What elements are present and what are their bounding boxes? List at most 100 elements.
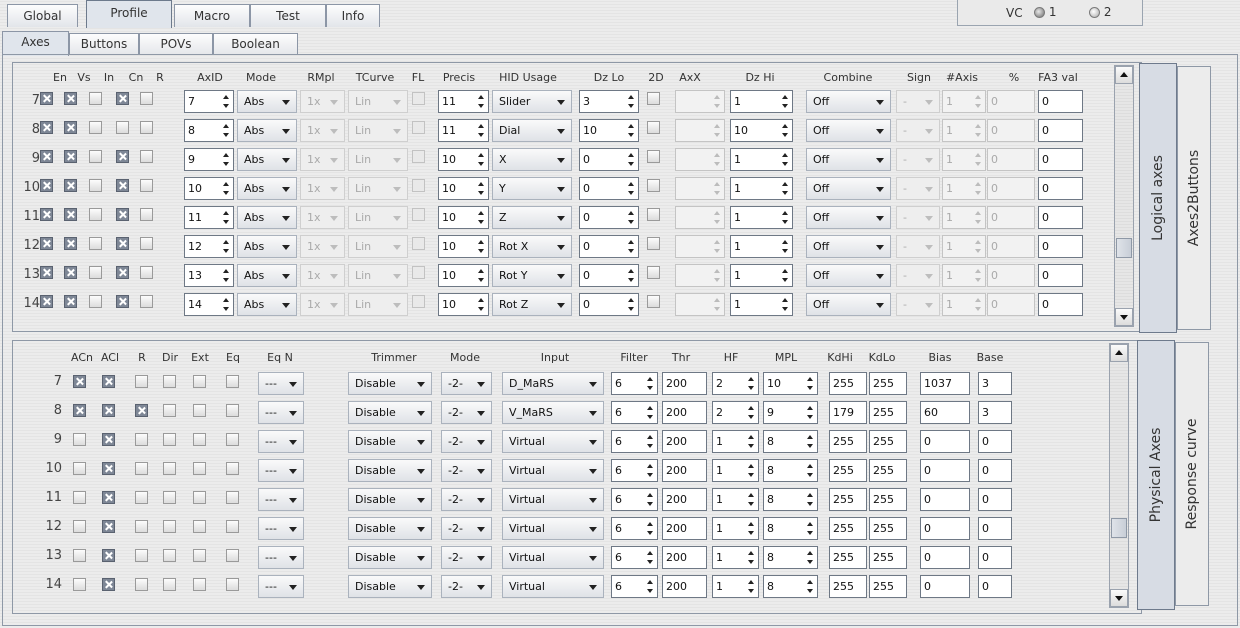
spinner-arrows-icon[interactable] [748,521,755,536]
combine-select[interactable]: Off [806,206,891,229]
mode-select[interactable]: Abs [237,148,297,171]
fa3-field[interactable]: 0 [1038,206,1083,229]
dzhi-spinner[interactable]: 1 [730,293,793,316]
axid-spinner[interactable]: 11 [184,206,234,229]
mode-select[interactable]: Abs [237,235,297,258]
filter-spinner[interactable]: 6 [611,517,658,540]
r-checkbox[interactable] [140,179,153,192]
scroll-down-icon[interactable] [1115,308,1133,326]
dir-checkbox[interactable] [163,404,176,417]
hf-spinner[interactable]: 1 [712,575,759,598]
dir-checkbox[interactable] [163,462,176,475]
r-checkbox[interactable] [140,208,153,221]
combine-select[interactable]: Off [806,119,891,142]
base-field[interactable]: 3 [978,401,1012,424]
2d-checkbox[interactable] [647,266,660,279]
spinner-arrows-icon[interactable] [223,123,230,138]
ext-checkbox[interactable] [193,578,206,591]
spinner-arrows-icon[interactable] [975,94,982,109]
subtab-boolean[interactable]: Boolean [213,33,298,55]
bias-field[interactable]: 0 [920,517,970,540]
dzlo-spinner[interactable]: 0 [579,177,639,200]
filter-spinner[interactable]: 6 [611,575,658,598]
cn-checkbox[interactable] [116,121,129,134]
subtab-axes[interactable]: Axes [2,31,69,56]
input-select[interactable]: Virtual [502,488,604,511]
hid-usage-select[interactable]: Y [492,177,572,200]
vc-radio-1[interactable]: 1 [1034,5,1056,19]
eqn-select[interactable]: --- [258,517,304,540]
spinner-arrows-icon[interactable] [478,210,485,225]
input-select[interactable]: Virtual [502,546,604,569]
spinner-arrows-icon[interactable] [223,239,230,254]
spinner-arrows-icon[interactable] [975,152,982,167]
eq-checkbox[interactable] [226,375,239,388]
trimmer-select[interactable]: Disable [348,575,432,598]
bias-field[interactable]: 0 [920,575,970,598]
en-checkbox[interactable] [40,179,53,192]
spinner-arrows-icon[interactable] [748,434,755,449]
spinner-arrows-icon[interactable] [647,550,654,565]
spinner-arrows-icon[interactable] [975,123,982,138]
trimmer-select[interactable]: Disable [348,430,432,453]
hid-usage-select[interactable]: Rot X [492,235,572,258]
hf-spinner[interactable]: 1 [712,517,759,540]
en-checkbox[interactable] [40,92,53,105]
r-checkbox[interactable] [140,237,153,250]
spinner-arrows-icon[interactable] [647,579,654,594]
base-field[interactable]: 0 [978,459,1012,482]
dzlo-spinner[interactable]: 0 [579,148,639,171]
spinner-arrows-icon[interactable] [647,521,654,536]
mode-select[interactable]: -2- [441,430,492,453]
spinner-arrows-icon[interactable] [478,239,485,254]
spinner-arrows-icon[interactable] [748,463,755,478]
spinner-arrows-icon[interactable] [975,268,982,283]
r-checkbox[interactable] [135,578,148,591]
combine-select[interactable]: Off [806,293,891,316]
combine-select[interactable]: Off [806,264,891,287]
r-checkbox[interactable] [135,520,148,533]
dzhi-spinner[interactable]: 10 [730,119,793,142]
vc-radio-2[interactable]: 2 [1089,5,1111,19]
en-checkbox[interactable] [40,208,53,221]
fa3-field[interactable]: 0 [1038,90,1083,113]
tab-macro[interactable]: Macro [174,4,250,27]
mode-select[interactable]: Abs [237,293,297,316]
input-select[interactable]: Virtual [502,517,604,540]
scroll-up-icon[interactable] [1110,344,1128,362]
dzhi-spinner[interactable]: 1 [730,148,793,171]
filter-spinner[interactable]: 6 [611,546,658,569]
trimmer-select[interactable]: Disable [348,517,432,540]
spinner-arrows-icon[interactable] [223,210,230,225]
mode-select[interactable]: Abs [237,177,297,200]
input-select[interactable]: Virtual [502,430,604,453]
spinner-arrows-icon[interactable] [714,181,721,196]
ext-checkbox[interactable] [193,491,206,504]
in-checkbox[interactable] [89,150,102,163]
acl-checkbox[interactable] [102,404,115,417]
mpl-spinner[interactable]: 8 [763,517,818,540]
in-checkbox[interactable] [89,121,102,134]
dir-checkbox[interactable] [163,433,176,446]
thr-field[interactable]: 200 [662,372,707,395]
spinner-arrows-icon[interactable] [647,376,654,391]
cn-checkbox[interactable] [116,237,129,250]
filter-spinner[interactable]: 6 [611,488,658,511]
acn-checkbox[interactable] [73,549,86,562]
kdlo-field[interactable]: 255 [869,575,907,598]
dzhi-spinner[interactable]: 1 [730,235,793,258]
mpl-spinner[interactable]: 8 [763,546,818,569]
ext-checkbox[interactable] [193,404,206,417]
spinner-arrows-icon[interactable] [714,239,721,254]
vs-checkbox[interactable] [64,92,77,105]
hid-usage-select[interactable]: Dial [492,119,572,142]
input-select[interactable]: V_MaRS [502,401,604,424]
axid-spinner[interactable]: 7 [184,90,234,113]
r-checkbox[interactable] [135,375,148,388]
hid-usage-select[interactable]: X [492,148,572,171]
subtab-povs[interactable]: POVs [139,33,213,55]
dzlo-spinner[interactable]: 3 [579,90,639,113]
mode-select[interactable]: -2- [441,372,492,395]
spinner-arrows-icon[interactable] [714,94,721,109]
trimmer-select[interactable]: Disable [348,459,432,482]
